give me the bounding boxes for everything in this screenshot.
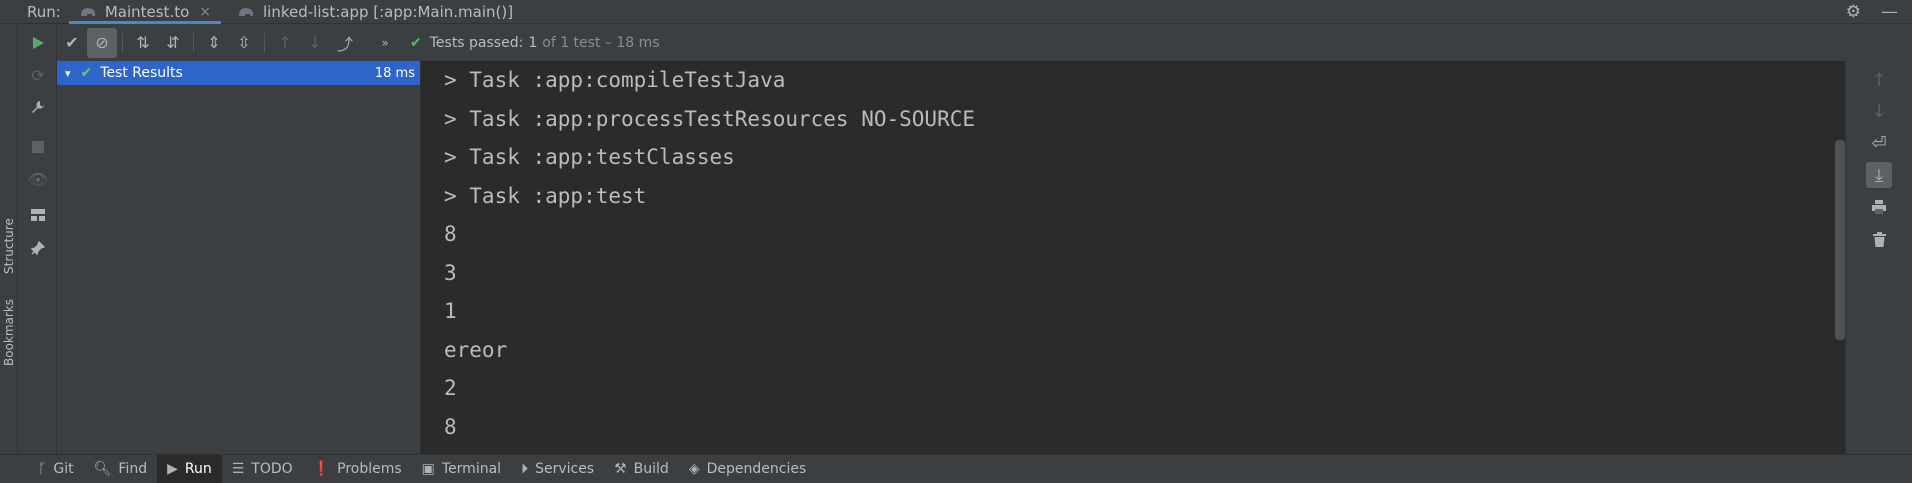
run-label: Run: [27, 2, 61, 21]
gradle-elephant-icon [239, 7, 254, 16]
bottom-tab-label: Problems [337, 461, 402, 477]
wrench-icon[interactable] [27, 96, 49, 118]
down-arrow-icon[interactable]: ↓ [1866, 98, 1892, 124]
bottom-tab-todo[interactable]: ☰ TODO [222, 455, 303, 483]
left-tool-strip: Structure Bookmarks [0, 24, 18, 454]
console-actions-column: ↑ ↓ ⏎ ⤓ [1845, 61, 1912, 454]
console-line: > Task :app:test [444, 183, 647, 208]
toolbar-divider [193, 32, 194, 53]
up-arrow-icon[interactable]: ↑ [1866, 67, 1892, 93]
run-icon: ▶ [167, 461, 178, 477]
console-line: 3 [444, 260, 457, 285]
bottom-tab-build[interactable]: ⚒ Build [604, 455, 679, 483]
layout-icon[interactable] [27, 204, 49, 226]
console-line: 8 [444, 414, 457, 439]
dependencies-icon: ◈ [688, 461, 700, 477]
tests-passed-label: Tests passed: [429, 34, 524, 51]
tests-passed-detail: of 1 test – 18 ms [542, 34, 660, 51]
bookmarks-label: Bookmarks [2, 298, 16, 366]
tab-linked-list-app[interactable]: linked-list:app [:app:Main.main()] [227, 0, 523, 24]
terminal-icon: ▣ [421, 461, 435, 477]
expand-all-icon[interactable]: ⇕ [199, 28, 229, 58]
console-line: ereor [444, 337, 508, 362]
bottom-tab-terminal[interactable]: ▣ Terminal [412, 455, 511, 483]
bottom-tab-git[interactable]: ᚴ Git [28, 455, 84, 483]
todo-icon: ☰ [231, 461, 245, 477]
run-actions-column: ⟳ 👁 [18, 24, 57, 454]
bookmarks-tool-button[interactable]: Bookmarks [0, 286, 18, 378]
bottom-tab-label: Terminal [441, 461, 502, 477]
scroll-to-end-icon[interactable]: ⤓ [1866, 162, 1892, 188]
git-branch-icon: ᚴ [38, 461, 47, 477]
eye-icon[interactable]: 👁 [27, 168, 49, 190]
chevron-down-icon[interactable]: ▾ [65, 67, 71, 80]
console-line: > Task :app:compileTestJava [444, 68, 786, 92]
gradle-elephant-icon [80, 7, 95, 16]
tab-label: Maintest.to [104, 2, 190, 21]
bottom-tool-bar: ᚴ Git 🔍︎ Find ▶ Run ☰ TODO ❗ Problems ▣ … [0, 454, 1912, 483]
structure-tool-button[interactable]: Structure [0, 209, 18, 284]
test-runner-toolbar: ✔ ⊘ ⇅ ⇵ ⇕ ⇳ ↑ ↓ ⤴ » ✔ Tests passed: 1 of… [57, 24, 1912, 61]
bottom-tab-problems[interactable]: ❗ Problems [303, 455, 412, 483]
bottom-tab-find[interactable]: 🔍︎ Find [84, 455, 157, 483]
services-icon: ⏵ [521, 461, 529, 477]
rerun-failed-icon[interactable]: ⟳ [27, 64, 49, 86]
console-line: > Task :app:testClasses [444, 145, 735, 169]
collapse-all-icon[interactable]: ⇳ [229, 28, 259, 58]
build-icon: ⚒ [614, 461, 627, 477]
console-scrollbar[interactable] [1835, 140, 1845, 340]
bottom-tab-dependencies[interactable]: ◈ Dependencies [679, 455, 816, 483]
header-actions: ⚙ — [1846, 0, 1898, 24]
stop-icon[interactable] [27, 136, 49, 158]
export-icon[interactable]: ⤴ [330, 28, 360, 58]
tree-item-label: Test Results [100, 65, 183, 81]
toolbar-divider [122, 32, 123, 53]
tab-maintest[interactable]: Maintest.to × [68, 0, 222, 24]
console-line: 2 [444, 376, 457, 400]
bottom-tab-run[interactable]: ▶ Run [157, 454, 222, 483]
structure-label: Structure [2, 218, 16, 275]
pin-icon[interactable] [27, 237, 49, 259]
console-line: 8 [444, 222, 457, 246]
console-line: 1 [444, 299, 457, 323]
toolbar-divider [264, 32, 265, 53]
tests-passed-count: 1 [528, 34, 538, 51]
passed-check-icon: ✔ [410, 34, 422, 51]
tree-item-time: 18 ms [374, 65, 415, 81]
trash-icon[interactable] [1866, 226, 1892, 252]
check-icon[interactable]: ✔ [57, 28, 87, 58]
test-status: ✔ Tests passed: 1 of 1 test – 18 ms [410, 35, 660, 51]
print-icon[interactable] [1866, 194, 1892, 220]
next-icon[interactable]: ↓ [300, 28, 330, 58]
gear-icon[interactable]: ⚙ [1846, 2, 1861, 22]
minimize-icon[interactable]: — [1881, 2, 1898, 22]
soft-wrap-icon[interactable]: ⏎ [1866, 130, 1892, 156]
close-icon[interactable]: × [199, 4, 211, 20]
prev-icon[interactable]: ↑ [270, 28, 300, 58]
run-tool-window-header: Run: Maintest.to × linked-list:app [:app… [0, 0, 1912, 24]
sort-alpha-icon[interactable]: ⇅ [128, 28, 158, 58]
tab-label: linked-list:app [:app:Main.main()] [263, 2, 514, 21]
bottom-tab-label: Dependencies [706, 461, 807, 477]
problems-icon: ❗ [312, 461, 331, 477]
passed-check-icon: ✔ [80, 65, 93, 81]
run-icon[interactable] [27, 32, 49, 54]
console-output[interactable]: > Task :app:compileTestJava > Task :app:… [422, 61, 1835, 454]
test-results-tree: ▾ ✔ Test Results 18 ms [57, 61, 421, 454]
find-icon: 🔍︎ [93, 461, 112, 477]
bottom-tab-label: Find [118, 461, 148, 477]
bottom-tab-services[interactable]: ⏵ Services [511, 455, 604, 483]
console-line: > Task :app:processTestResources NO-SOUR… [444, 106, 976, 131]
sort-duration-icon[interactable]: ⇵ [158, 28, 188, 58]
more-icon[interactable]: » [370, 28, 400, 58]
bottom-tab-label: TODO [251, 461, 293, 477]
ignored-icon[interactable]: ⊘ [87, 27, 117, 58]
bottom-tab-label: Run [184, 461, 212, 477]
tree-item-test-results[interactable]: ▾ ✔ Test Results 18 ms [57, 61, 420, 85]
bottom-tab-label: Services [535, 461, 595, 477]
bottom-tab-label: Git [53, 461, 74, 477]
bottom-tab-label: Build [633, 461, 669, 477]
